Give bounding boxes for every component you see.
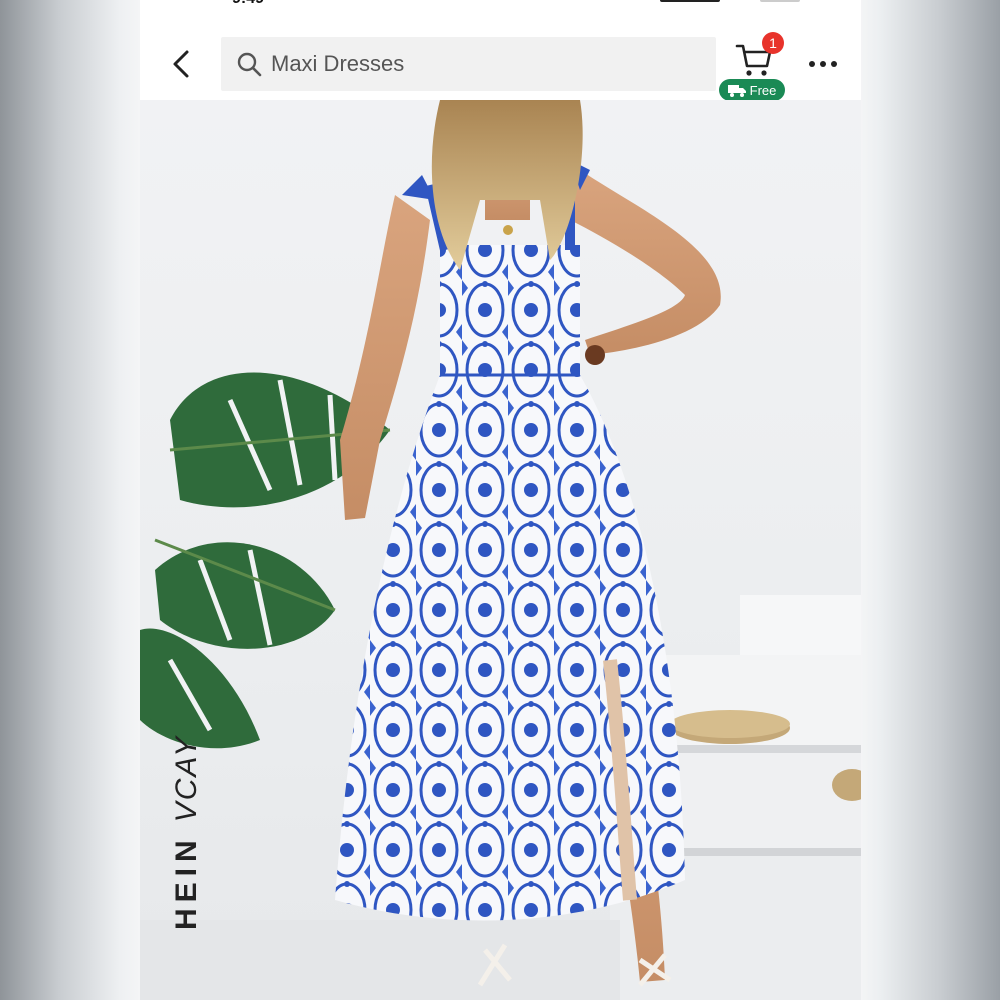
search-input[interactable]: Maxi Dresses bbox=[221, 37, 716, 91]
truck-icon bbox=[727, 84, 746, 97]
cart-button[interactable]: 1 Free bbox=[719, 32, 802, 102]
battery-icon bbox=[760, 0, 800, 2]
free-shipping-badge: Free bbox=[719, 79, 785, 101]
brand-watermark: HEIN VCAY bbox=[170, 735, 204, 930]
free-label: Free bbox=[749, 82, 777, 98]
cart-count-badge: 1 bbox=[762, 32, 784, 54]
search-placeholder: Maxi Dresses bbox=[271, 51, 405, 76]
brand-watermark-main: HEIN bbox=[170, 834, 203, 930]
search-icon bbox=[235, 50, 263, 78]
status-time: 9:49 bbox=[232, 0, 264, 8]
chevron-left-icon bbox=[173, 50, 189, 78]
more-horizontal-icon bbox=[809, 61, 815, 67]
product-photo bbox=[140, 100, 861, 1000]
status-bar: 9:49 bbox=[140, 0, 861, 8]
brand-watermark-sub: VCAY bbox=[170, 734, 203, 823]
top-navigation-bar: Maxi Dresses 1 Free bbox=[140, 22, 861, 102]
product-image[interactable]: HEIN VCAY bbox=[140, 100, 861, 1000]
signal-icon bbox=[660, 0, 720, 2]
back-button[interactable] bbox=[164, 44, 198, 84]
app-screen: 9:49 Maxi Dresses 1 bbox=[140, 0, 861, 1000]
more-options-button[interactable] bbox=[803, 52, 843, 76]
